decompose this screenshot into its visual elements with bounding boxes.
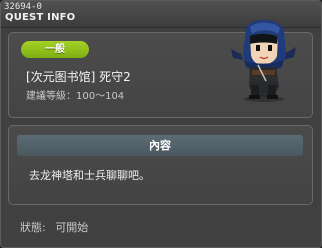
content-panel: 內容 去龙神塔和士兵聊聊吧。 — [8, 125, 313, 205]
window-id: 32694-0 — [4, 2, 42, 12]
quest-description: 去龙神塔和士兵聊聊吧。 — [29, 169, 150, 182]
quest-status: 狀態: 可開始 — [20, 221, 88, 234]
quest-level-range: 建議等級：100～104 — [26, 91, 125, 102]
quest-name: [次元图书馆] 死守2 — [26, 70, 131, 84]
npc-portrait — [231, 19, 296, 102]
quest-category-badge: 一般 — [21, 41, 89, 58]
status-value: 可開始 — [55, 221, 89, 234]
status-label: 狀態: — [20, 221, 46, 234]
window-title: QUEST INFO — [5, 12, 76, 23]
quest-info-window: 32694-0 QUEST INFO 一般 [次元图书馆] 死守2 建議等級：1… — [0, 0, 322, 248]
content-header: 內容 — [17, 135, 303, 156]
